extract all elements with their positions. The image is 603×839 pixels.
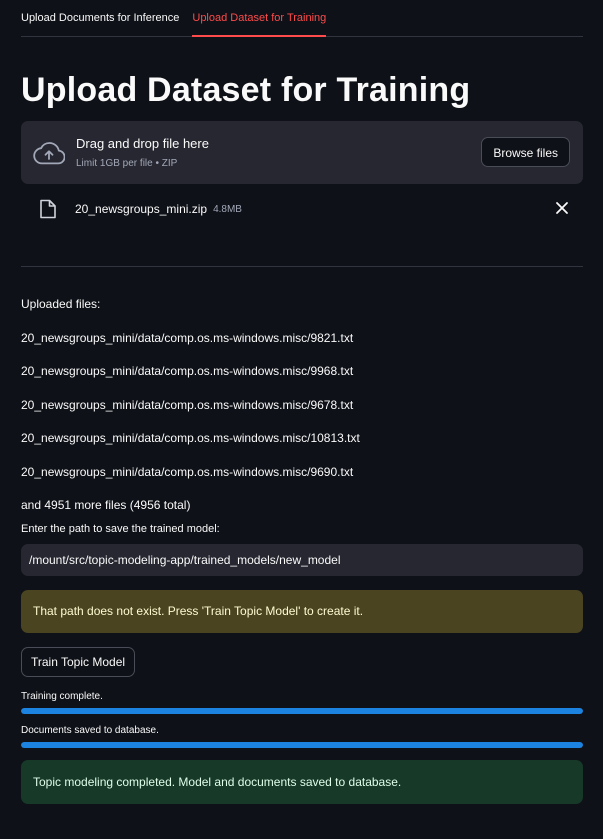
training-status-label: Training complete. xyxy=(21,691,103,702)
tab-bar: Upload Documents for Inference Upload Da… xyxy=(21,0,583,37)
cloud-upload-icon xyxy=(33,141,65,164)
browse-files-button[interactable]: Browse files xyxy=(481,137,570,167)
page-title: Upload Dataset for Training xyxy=(21,71,471,109)
train-topic-model-button[interactable]: Train Topic Model xyxy=(21,647,136,677)
file-icon xyxy=(40,199,56,219)
dropzone-instructions: Drag and drop file here xyxy=(76,136,209,151)
file-size: 4.8MB xyxy=(213,203,242,215)
close-icon[interactable] xyxy=(555,201,569,215)
model-path-input[interactable] xyxy=(21,544,583,576)
more-files-text: and 4951 more files (4956 total) xyxy=(21,498,191,512)
list-item: 20_newsgroups_mini/data/comp.os.ms-windo… xyxy=(21,397,354,412)
uploaded-file-row: 20_newsgroups_mini.zip 4.8MB xyxy=(21,184,583,234)
uploaded-files-label: Uploaded files: xyxy=(21,297,101,311)
list-item: 20_newsgroups_mini/data/comp.os.ms-windo… xyxy=(21,464,354,479)
save-progress-fill xyxy=(21,742,583,748)
warning-alert: That path does not exist. Press 'Train T… xyxy=(21,590,583,633)
page: Upload Documents for Inference Upload Da… xyxy=(0,0,603,839)
dropzone-limit: Limit 1GB per file • ZIP xyxy=(76,158,178,169)
list-item: 20_newsgroups_mini/data/comp.os.ms-windo… xyxy=(21,330,354,345)
divider xyxy=(21,266,583,267)
list-item: 20_newsgroups_mini/data/comp.os.ms-windo… xyxy=(21,431,360,445)
list-item: 20_newsgroups_mini/data/comp.os.ms-windo… xyxy=(21,364,354,378)
success-alert: Topic modeling completed. Model and docu… xyxy=(21,760,583,804)
training-progress-fill xyxy=(21,708,583,714)
training-progress-bar xyxy=(21,708,583,714)
dropzone-text: Drag and drop file here Limit 1GB per fi… xyxy=(76,136,209,169)
tab-upload-dataset[interactable]: Upload Dataset for Training xyxy=(192,0,327,37)
save-progress-bar xyxy=(21,742,583,748)
model-path-label: Enter the path to save the trained model… xyxy=(21,523,220,535)
file-name: 20_newsgroups_mini.zip xyxy=(75,202,208,216)
file-dropzone[interactable]: Drag and drop file here Limit 1GB per fi… xyxy=(21,121,583,184)
save-status-label: Documents saved to database. xyxy=(21,725,159,736)
tab-upload-documents[interactable]: Upload Documents for Inference xyxy=(21,0,179,35)
